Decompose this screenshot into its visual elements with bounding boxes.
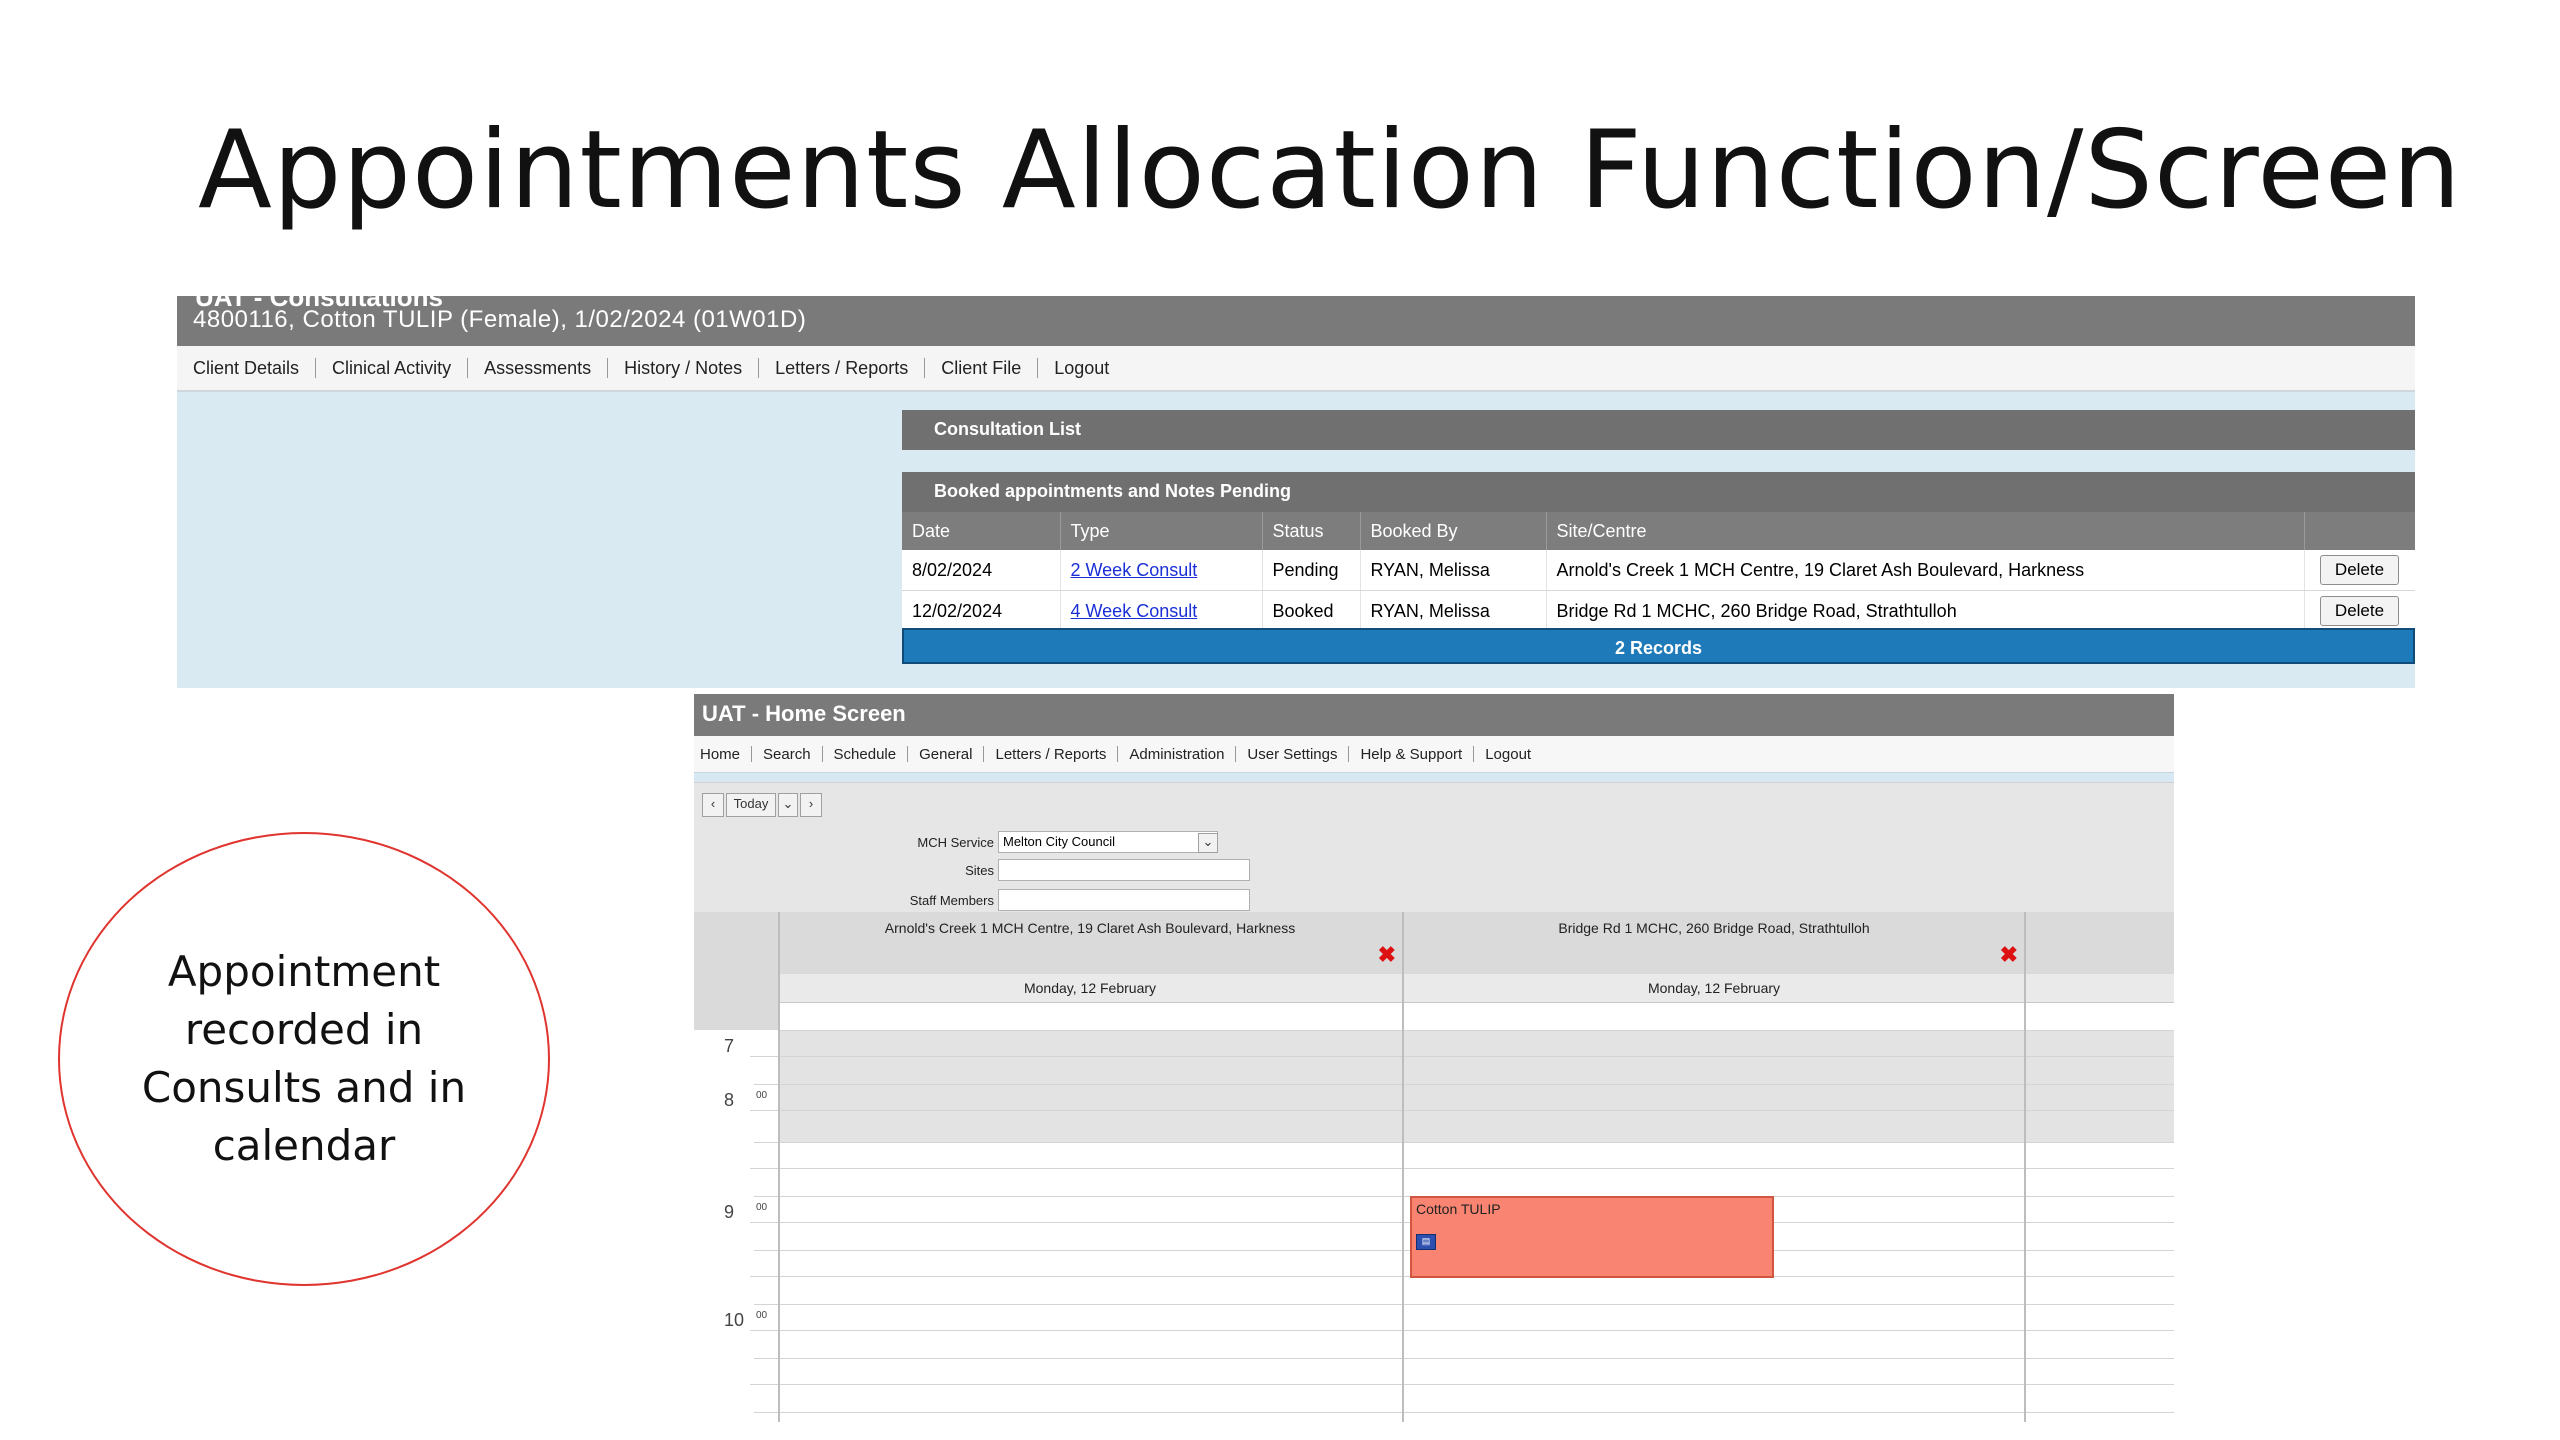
calendar-column-header: Bridge Rd 1 MCHC, 260 Bridge Road, Strat… xyxy=(1404,912,2024,975)
nav-divider xyxy=(694,772,2174,782)
home-screen-title: UAT - Home Screen xyxy=(694,694,2174,736)
date-dropdown-button[interactable]: ⌄ xyxy=(778,793,798,817)
site-name: Bridge Rd 1 MCHC, 260 Bridge Road, Strat… xyxy=(1558,920,1870,936)
table-row: 12/02/2024 4 Week Consult Booked RYAN, M… xyxy=(902,590,2415,632)
nav-logout[interactable]: Logout xyxy=(1054,358,1109,379)
minute-label: 00 xyxy=(756,1310,768,1321)
nav-client-file[interactable]: Client File xyxy=(941,358,1021,379)
column-date: Monday, 12 February xyxy=(1404,974,2024,1003)
client-nav: Client Details Clinical Activity Assessm… xyxy=(177,346,2415,392)
nav-help-support[interactable]: Help & Support xyxy=(1360,746,1462,763)
mch-service-label: MCH Service xyxy=(917,835,994,850)
cell-booked-by: RYAN, Melissa xyxy=(1360,550,1547,591)
consult-type-link[interactable]: 4 Week Consult xyxy=(1071,601,1198,621)
nav-user-settings[interactable]: User Settings xyxy=(1247,746,1337,763)
table-header-row: Date Type Status Booked By Site/Centre xyxy=(902,512,2415,550)
nav-general[interactable]: General xyxy=(919,746,972,763)
close-column-icon[interactable]: ✖ xyxy=(2000,942,2018,968)
consultation-list-header: Consultation List xyxy=(902,410,2415,450)
cell-status: Pending xyxy=(1262,550,1361,591)
today-button[interactable]: Today xyxy=(726,793,776,817)
records-count-bar: 2 Records xyxy=(902,628,2415,664)
mch-service-select[interactable]: Melton City Council xyxy=(998,831,1218,853)
staff-members-label: Staff Members xyxy=(909,893,994,908)
nav-administration[interactable]: Administration xyxy=(1129,746,1224,763)
hour-label: 10 xyxy=(724,1310,745,1330)
nav-client-details[interactable]: Client Details xyxy=(193,358,299,379)
hour-label: 8 xyxy=(724,1090,735,1110)
cell-site: Bridge Rd 1 MCHC, 260 Bridge Road, Strat… xyxy=(1546,590,2305,632)
chevron-down-icon[interactable]: ⌄ xyxy=(1198,833,1218,853)
home-nav: Home Search Schedule General Letters / R… xyxy=(694,736,2174,772)
column-date: Monday, 12 February xyxy=(778,974,1402,1003)
col-type: Type xyxy=(1060,512,1263,550)
hour-label: 7 xyxy=(724,1036,735,1056)
cell-booked-by: RYAN, Melissa xyxy=(1360,590,1547,632)
cell-date: 12/02/2024 xyxy=(902,590,1061,632)
nav-home[interactable]: Home xyxy=(700,746,740,763)
client-header-bar: UAT - Consultations 4800116, Cotton TULI… xyxy=(177,296,2415,346)
event-client-name: Cotton TULIP xyxy=(1416,1201,1501,1217)
cell-status: Booked xyxy=(1262,590,1361,632)
nav-assessments[interactable]: Assessments xyxy=(484,358,591,379)
nav-schedule[interactable]: Schedule xyxy=(834,746,897,763)
client-title: 4800116, Cotton TULIP (Female), 1/02/202… xyxy=(193,306,807,333)
cell-site: Arnold's Creek 1 MCH Centre, 19 Claret A… xyxy=(1546,550,2305,591)
annotation-text: Appointment recorded in Consults and in … xyxy=(141,947,467,1170)
nav-history-notes[interactable]: History / Notes xyxy=(624,358,742,379)
col-date: Date xyxy=(902,512,1061,550)
table-row: 8/02/2024 2 Week Consult Pending RYAN, M… xyxy=(902,550,2415,591)
hour-label: 9 xyxy=(724,1202,735,1222)
minute-label: 00 xyxy=(756,1090,768,1101)
sites-input[interactable] xyxy=(998,859,1250,881)
nav-logout[interactable]: Logout xyxy=(1485,746,1531,763)
col-site: Site/Centre xyxy=(1546,512,2305,550)
sites-label: Sites xyxy=(965,863,994,878)
minute-label: 00 xyxy=(756,1202,768,1213)
prev-day-button[interactable]: ‹ xyxy=(702,793,724,817)
nav-clinical-activity[interactable]: Clinical Activity xyxy=(332,358,451,379)
nav-letters-reports[interactable]: Letters / Reports xyxy=(775,358,908,379)
next-day-button[interactable]: › xyxy=(800,793,822,817)
appointment-event[interactable]: Cotton TULIP ▤ xyxy=(1410,1196,1774,1278)
col-action xyxy=(2304,512,2415,550)
day-calendar: Arnold's Creek 1 MCH Centre, 19 Claret A… xyxy=(694,912,2174,1422)
delete-button[interactable]: Delete xyxy=(2319,596,2400,626)
consult-type-link[interactable]: 2 Week Consult xyxy=(1071,560,1198,580)
close-column-icon[interactable]: ✖ xyxy=(1378,942,1396,968)
calendar-icon[interactable]: ▤ xyxy=(1416,1234,1436,1250)
site-name: Arnold's Creek 1 MCH Centre, 19 Claret A… xyxy=(884,920,1296,936)
calendar-column-header: Arnold's Creek 1 MCH Centre, 19 Claret A… xyxy=(778,912,1402,975)
appointments-table: Date Type Status Booked By Site/Centre 8… xyxy=(902,512,2415,632)
nav-letters-reports[interactable]: Letters / Reports xyxy=(995,746,1106,763)
nav-search[interactable]: Search xyxy=(763,746,811,763)
col-booked-by: Booked By xyxy=(1360,512,1547,550)
staff-members-input[interactable] xyxy=(998,889,1250,911)
col-status: Status xyxy=(1262,512,1361,550)
booked-appointments-header: Booked appointments and Notes Pending xyxy=(902,472,2415,512)
consultations-screenshot: UAT - Consultations 4800116, Cotton TULI… xyxy=(177,296,2415,688)
calendar-filter-panel: ‹ Today ⌄ › MCH Service Melton City Coun… xyxy=(694,782,2174,912)
slide-title: Appointments Allocation Function/Screen xyxy=(198,108,2462,233)
cell-date: 8/02/2024 xyxy=(902,550,1061,591)
home-screen-screenshot: UAT - Home Screen Home Search Schedule G… xyxy=(694,694,2174,1422)
annotation-circle: Appointment recorded in Consults and in … xyxy=(58,832,550,1286)
delete-button[interactable]: Delete xyxy=(2319,555,2400,585)
